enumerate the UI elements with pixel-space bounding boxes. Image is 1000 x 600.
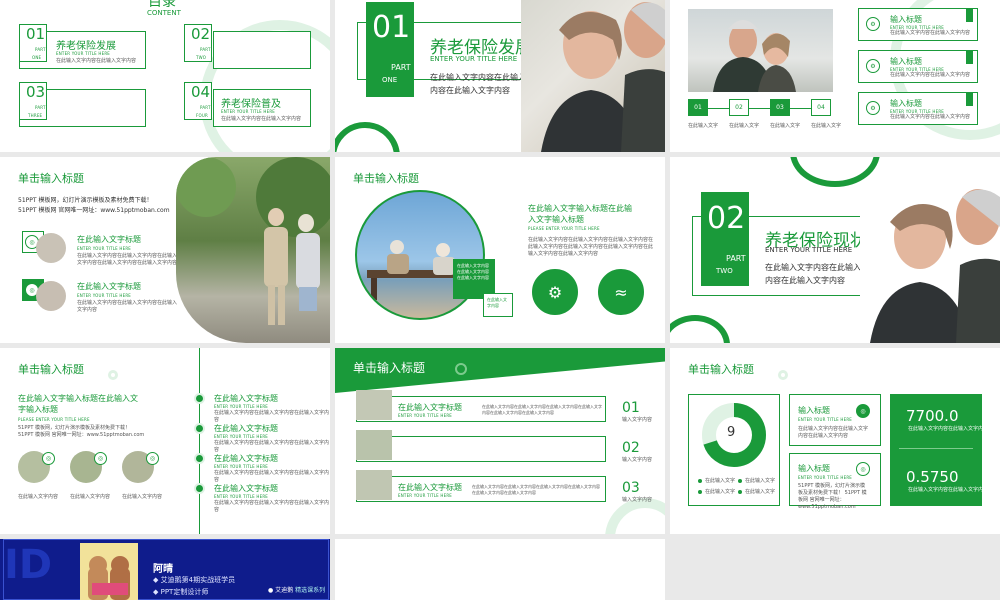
badge-icon: ◎ (856, 462, 870, 476)
couple-photo (688, 9, 833, 92)
donut-center-value: 9 (727, 425, 736, 440)
block-heading: 在此输入文字输入标题在此输入文字输入标题 (18, 394, 138, 414)
slide-thumbnail-5[interactable]: 单击输入标题 在此输入文字内容在此输入文字内容在此输入文字内容 在此输入文字内容… (335, 157, 665, 343)
section-subtitle: ENTER YOUR TITLE HERE (430, 55, 518, 63)
step-3[interactable]: 03 (770, 99, 790, 116)
brand-logo: ● 艾迪鹅 精选课系列 (268, 587, 326, 594)
slide-thumbnail-11[interactable] (335, 539, 665, 600)
avatar-illustration (80, 543, 138, 600)
slide-title: 单击输入标题 (688, 363, 754, 376)
badge-icon: ◎ (146, 452, 159, 465)
slide-thumbnail-9[interactable]: 单击输入标题 9 在此输入文字 在此输入文字 在此输入文字 在此输入文字 输入标… (670, 348, 1000, 534)
toc-item-title-3: 养老保险应用 (56, 99, 116, 110)
row-photo (356, 390, 392, 420)
toc-item-title-1: 养老保险发展 (56, 41, 116, 52)
deco-ring (335, 122, 400, 152)
toc-item-title-2: 养老保险现状 (221, 41, 281, 52)
toc-subtitle: CONTENT (147, 9, 181, 17)
section-number: 02 (707, 201, 746, 236)
overlay-box: 在此输入文字内容 (483, 293, 513, 317)
slide-thumbnail-4[interactable]: 单击输入标题 51PPT 模板网，幻灯片演示模板及素材免费下载！ 51PPT 模… (0, 157, 330, 343)
park-photo (176, 157, 330, 343)
toc-num-3: 03 (26, 83, 46, 101)
slide-thumbnail-6[interactable]: 02 PART TWO 养老保险现状 ENTER YOUR TITLE HERE… (670, 157, 1000, 343)
watermark-text: ID (4, 542, 53, 588)
slide-thumbnail-3[interactable]: 01 02 03 04 在此输入文字 在此输入文字 在此输入文字 在此输入文字 … (670, 0, 1000, 152)
gear-icon: ⚙ (866, 17, 880, 31)
step-2[interactable]: 02 (729, 99, 749, 116)
badge-icon: ◎ (94, 452, 107, 465)
stat-value-2: 0.5750 (906, 468, 959, 486)
slide-title: 单击输入标题 (18, 363, 84, 376)
row-photo (356, 470, 392, 500)
badge-icon: ◎ (856, 404, 870, 418)
stat-value-1: 7700.0 (906, 407, 959, 425)
timeline-line (199, 348, 200, 534)
section-subtitle: ENTER YOUR TITLE HERE (765, 246, 853, 254)
bench-photo (355, 190, 485, 320)
toc-num-2: 02 (191, 25, 211, 43)
slide-title: 单击输入标题 (18, 172, 84, 185)
couple-photo (860, 187, 1000, 343)
slide-title: 单击输入标题 (353, 361, 426, 375)
wave-icon[interactable]: ≈ (598, 269, 644, 315)
avatar-photo (36, 281, 66, 311)
step-4[interactable]: 04 (811, 99, 831, 116)
row-photo (356, 430, 392, 460)
deco-ring (790, 157, 880, 187)
slide-thumbnail-2[interactable]: 01 PART ONE 养老保险发展 ENTER YOUR TITLE HERE… (335, 0, 665, 152)
slide-thumbnail-1[interactable]: 目录 CONTENT 01 PART ONE 养老保险发展 ENTER YOUR… (0, 0, 330, 152)
deco-ring (670, 315, 730, 343)
step-1[interactable]: 01 (688, 99, 708, 116)
slide-thumbnail-7[interactable]: 单击输入标题 在此输入文字输入标题在此输入文字输入标题 PLEASE ENTER… (0, 348, 330, 534)
toc-num-4: 04 (191, 83, 211, 101)
slide-thumbnail-10[interactable]: ID 阿晴 ◆ 艾迪鹅第4期实战班学员 ◆ PPT定制设计师 ● 艾迪鹅 精选课… (0, 539, 330, 600)
couple-photo (521, 0, 665, 152)
gear-icon: ⚙ (866, 101, 880, 115)
slide-thumbnail-8[interactable]: 单击输入标题 在此输入文字标题 ENTER YOUR TITLE HERE 在此… (335, 348, 665, 534)
section-number: 01 (372, 10, 411, 45)
avatar-photo (36, 233, 66, 263)
presenter-name: 阿晴 (153, 564, 173, 575)
block-heading: 在此输入文字输入标题在此输入文字输入标题 (528, 204, 632, 224)
toc-num-1: 01 (26, 25, 46, 43)
slide-title: 单击输入标题 (353, 172, 419, 185)
gear-icon: ⚙ (866, 59, 880, 73)
badge-icon: ◎ (42, 452, 55, 465)
gear-icon[interactable]: ⚙ (532, 269, 578, 315)
toc-item-title-4: 养老保险普及 (221, 99, 281, 110)
